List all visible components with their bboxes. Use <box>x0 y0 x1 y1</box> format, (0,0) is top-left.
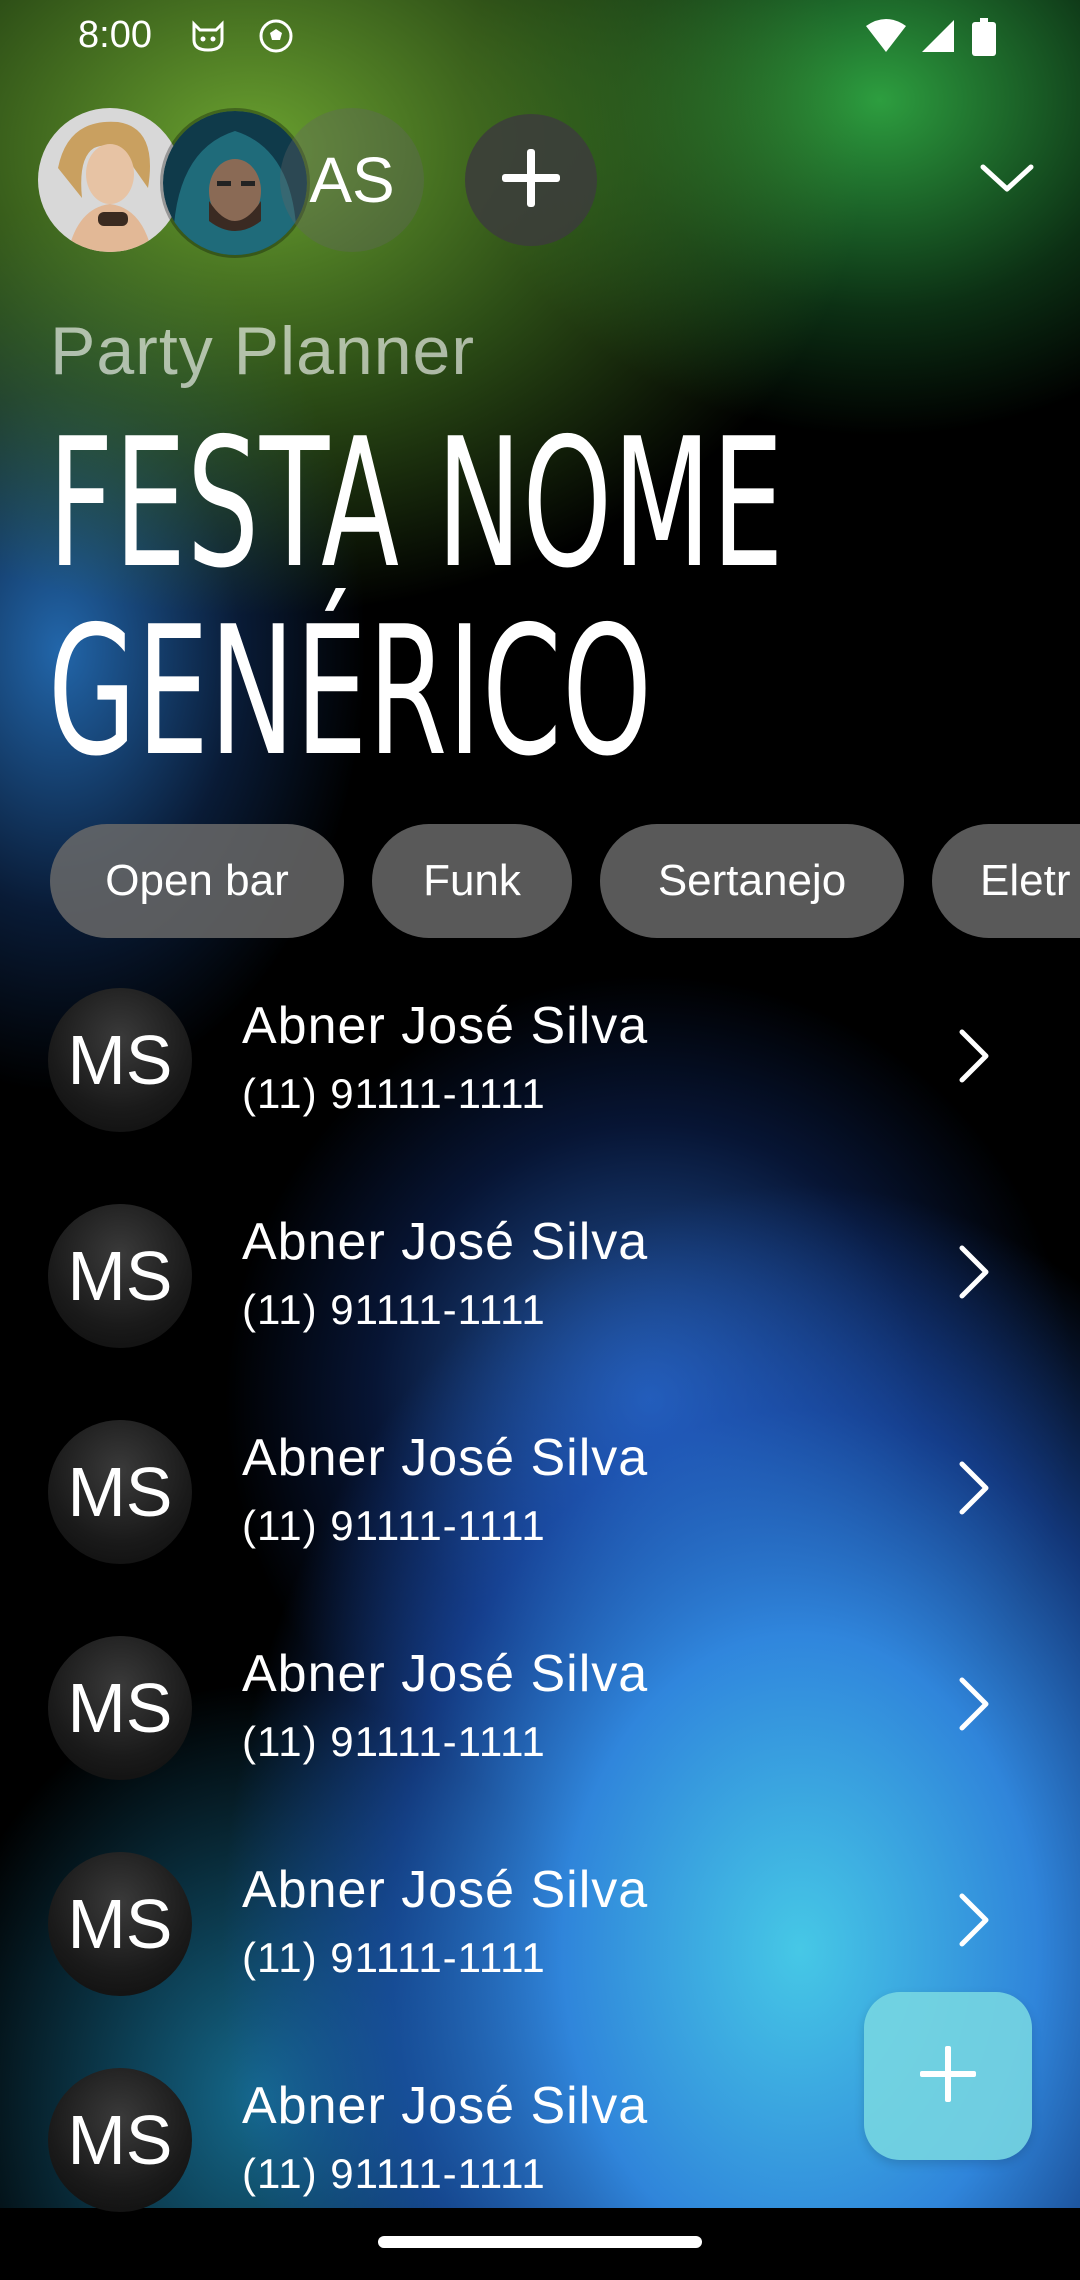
tag-chip[interactable]: Open bar <box>50 824 344 938</box>
tag-chips[interactable]: Open bar Funk Sertanejo Eletr <box>50 824 1080 940</box>
guest-name: Abner José Silva <box>242 1861 649 1919</box>
guest-phone: (11) 91111-1111 <box>242 1286 546 1333</box>
guest-phone: (11) 91111-1111 <box>242 1070 546 1117</box>
add-guest-fab[interactable] <box>864 1992 1032 2160</box>
wifi-icon <box>864 18 908 54</box>
signal-icon <box>920 18 956 54</box>
status-time: 8:00 <box>78 14 152 56</box>
chevron-right-icon <box>950 1026 996 1086</box>
add-member-button[interactable] <box>465 114 597 246</box>
guest-name: Abner José Silva <box>242 1429 649 1487</box>
guest-name: Abner José Silva <box>242 1645 649 1703</box>
page-subtitle: Party Planner <box>50 313 475 389</box>
event-title-line-2: GENÉRICO <box>48 588 653 795</box>
chevron-down-icon <box>979 161 1035 200</box>
guest-phone: (11) 91111-1111 <box>242 1502 546 1549</box>
chevron-right-icon <box>950 1890 996 1950</box>
list-item[interactable]: MS Abner José Silva (11) 91111-1111 <box>0 1196 1080 1412</box>
guest-phone: (11) 91111-1111 <box>242 1934 546 1981</box>
guest-avatar: MS <box>48 1420 192 1564</box>
guest-phone: (11) 91111-1111 <box>242 1718 546 1765</box>
event-title: FESTA NOME GENÉRICO <box>48 400 785 795</box>
guest-name: Abner José Silva <box>242 997 649 1055</box>
tag-chip[interactable]: Eletr <box>932 824 1080 938</box>
list-item[interactable]: MS Abner José Silva (11) 91111-1111 <box>0 980 1080 1196</box>
chevron-right-icon <box>950 1458 996 1518</box>
plus-icon <box>918 2044 978 2109</box>
guest-avatar: MS <box>48 2068 192 2212</box>
collapse-button[interactable] <box>968 150 1046 210</box>
tag-chip[interactable]: Sertanejo <box>600 824 904 938</box>
guest-phone: (11) 91111-1111 <box>242 2150 546 2197</box>
initials-avatar[interactable]: AS <box>280 108 424 252</box>
event-title-line-1: FESTA NOME <box>48 400 785 607</box>
guest-avatar: MS <box>48 988 192 1132</box>
chevron-right-icon <box>950 1674 996 1734</box>
cat-face-icon <box>190 18 226 54</box>
guest-avatar: MS <box>48 1852 192 1996</box>
guest-avatar: MS <box>48 1636 192 1780</box>
guest-name: Abner José Silva <box>242 2077 649 2135</box>
list-item[interactable]: MS Abner José Silva (11) 91111-1111 <box>0 1412 1080 1628</box>
tag-chip[interactable]: Funk <box>372 824 572 938</box>
soccer-ball-icon <box>258 18 294 54</box>
home-indicator[interactable] <box>378 2236 702 2248</box>
status-bar: 8:00 <box>0 0 1080 74</box>
plus-icon <box>498 145 564 216</box>
chevron-right-icon <box>950 1242 996 1302</box>
battery-icon <box>972 18 996 56</box>
guest-name: Abner José Silva <box>242 1213 649 1271</box>
guest-avatar: MS <box>48 1204 192 1348</box>
list-item[interactable]: MS Abner José Silva (11) 91111-1111 <box>0 1628 1080 1844</box>
